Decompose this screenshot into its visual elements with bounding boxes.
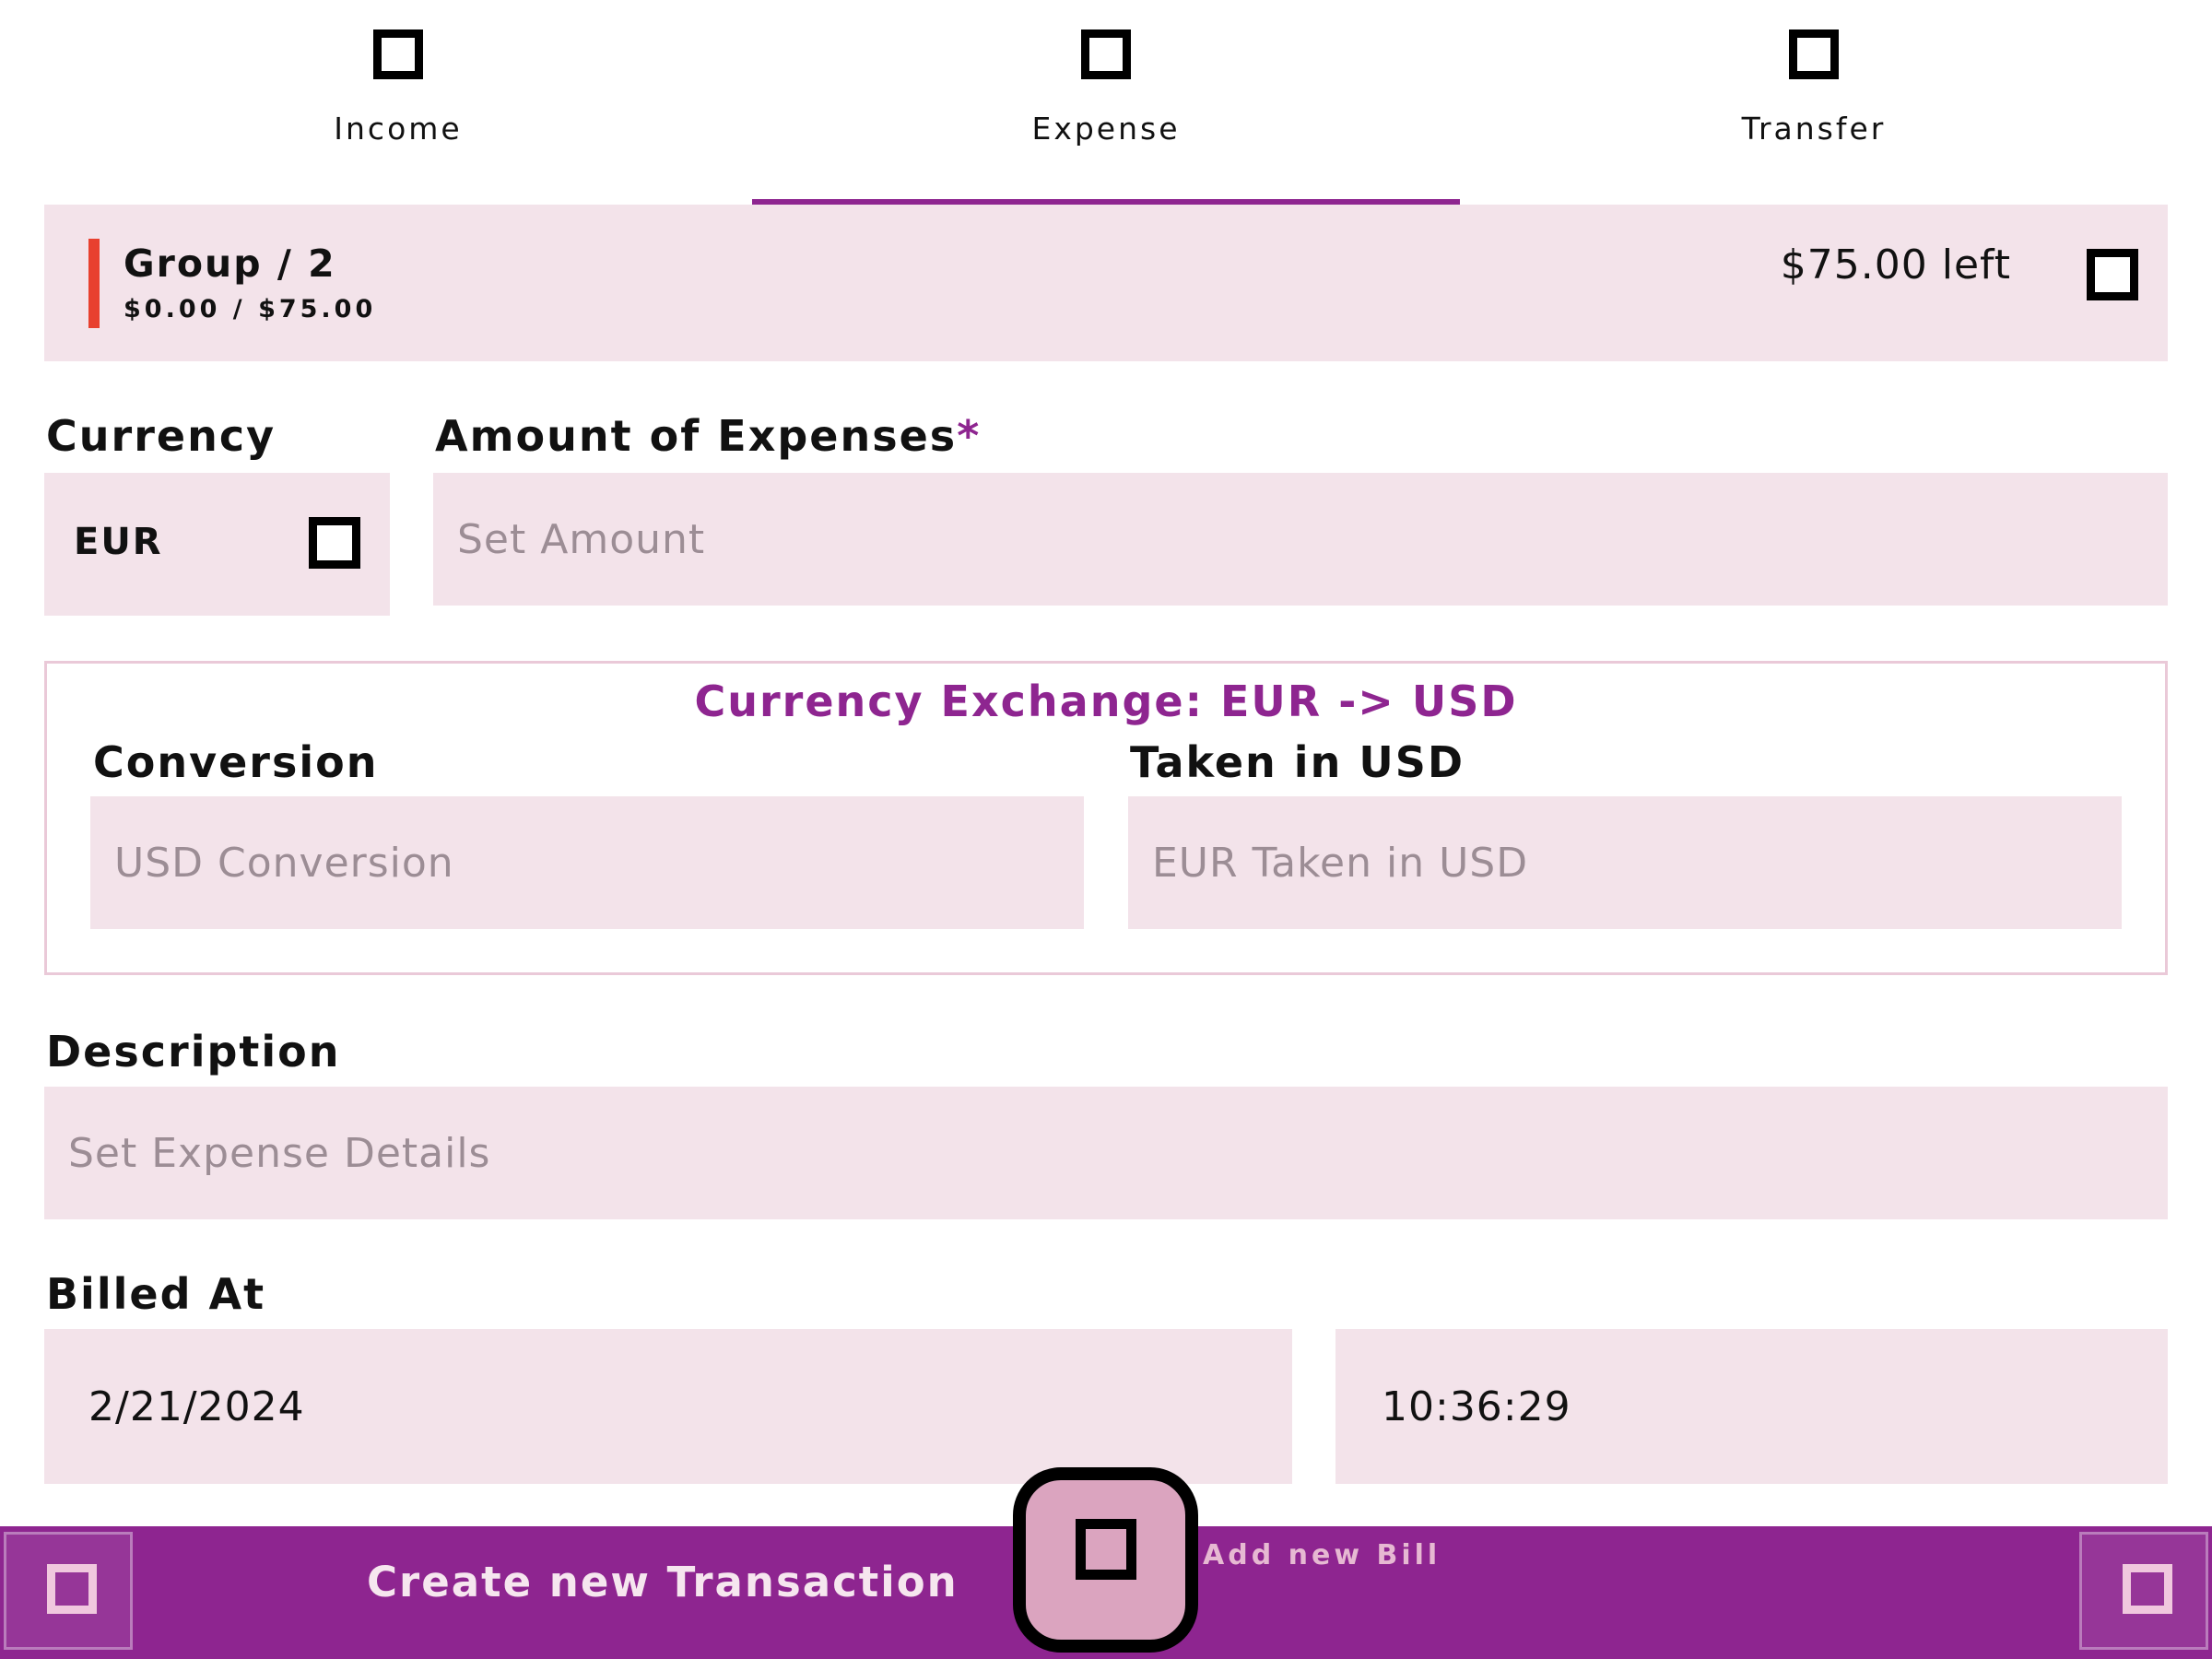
add-bill-label[interactable]: Add new Bill xyxy=(1203,1539,1441,1571)
tab-expense[interactable]: Expense xyxy=(752,0,1460,205)
create-transaction-button[interactable]: Create new Transaction xyxy=(367,1558,959,1606)
time-field[interactable]: 10:36:29 xyxy=(1335,1329,2168,1484)
chevron-down-icon[interactable] xyxy=(2087,249,2138,300)
settings-icon xyxy=(2123,1564,2172,1614)
tab-transfer[interactable]: Transfer xyxy=(1460,0,2168,205)
date-field[interactable]: 2/21/2024 xyxy=(44,1329,1292,1484)
taken-in-usd-label: Taken in USD xyxy=(1130,737,1465,787)
currency-select[interactable]: EUR xyxy=(44,473,390,616)
conversion-label: Conversion xyxy=(93,737,379,787)
amount-field-container xyxy=(433,473,2168,606)
budget-group-name: Group / 2 xyxy=(124,241,336,286)
transaction-type-tabs: Income Expense Transfer xyxy=(44,0,2168,205)
conversion-input[interactable] xyxy=(90,796,1084,929)
required-marker: * xyxy=(957,411,982,461)
tab-income-label: Income xyxy=(334,111,463,147)
add-bill-icon xyxy=(1076,1519,1136,1580)
description-label: Description xyxy=(46,1027,341,1077)
tab-transfer-label: Transfer xyxy=(1741,111,1887,147)
budget-group-selector[interactable]: Group / 2 $0.00 / $75.00 $75.00 left xyxy=(44,205,2168,361)
budget-group-progress: $0.00 / $75.00 xyxy=(124,295,377,324)
expense-icon xyxy=(1081,29,1131,79)
transfer-icon xyxy=(1789,29,1839,79)
income-icon xyxy=(373,29,423,79)
add-bill-button[interactable] xyxy=(1013,1467,1198,1653)
amount-label: Amount of Expenses* xyxy=(435,411,981,461)
menu-icon xyxy=(47,1564,97,1614)
description-field-container xyxy=(44,1087,2168,1219)
billed-at-label: Billed At xyxy=(46,1269,266,1319)
transaction-page: Income Expense Transfer Group / 2 $0.00 … xyxy=(0,0,2212,1659)
chevron-down-icon xyxy=(309,517,360,569)
conversion-field-container xyxy=(90,796,1084,929)
date-value: 2/21/2024 xyxy=(88,1382,305,1430)
amount-input[interactable] xyxy=(433,473,2168,606)
right-corner-button[interactable] xyxy=(2079,1532,2208,1650)
tab-expense-label: Expense xyxy=(1031,111,1181,147)
left-corner-button[interactable] xyxy=(4,1532,133,1650)
description-input[interactable] xyxy=(44,1087,2168,1219)
taken-in-usd-field-container xyxy=(1128,796,2122,929)
taken-in-usd-input[interactable] xyxy=(1128,796,2122,929)
currency-value: EUR xyxy=(74,521,163,563)
currency-exchange-title: Currency Exchange: EUR -> USD xyxy=(694,677,1518,726)
currency-label: Currency xyxy=(46,411,276,461)
amount-label-text: Amount of Expenses xyxy=(435,411,958,461)
tab-income[interactable]: Income xyxy=(44,0,752,205)
budget-remaining: $75.00 left xyxy=(1780,241,2011,288)
budget-color-stripe xyxy=(88,239,100,328)
time-value: 10:36:29 xyxy=(1382,1382,1571,1430)
